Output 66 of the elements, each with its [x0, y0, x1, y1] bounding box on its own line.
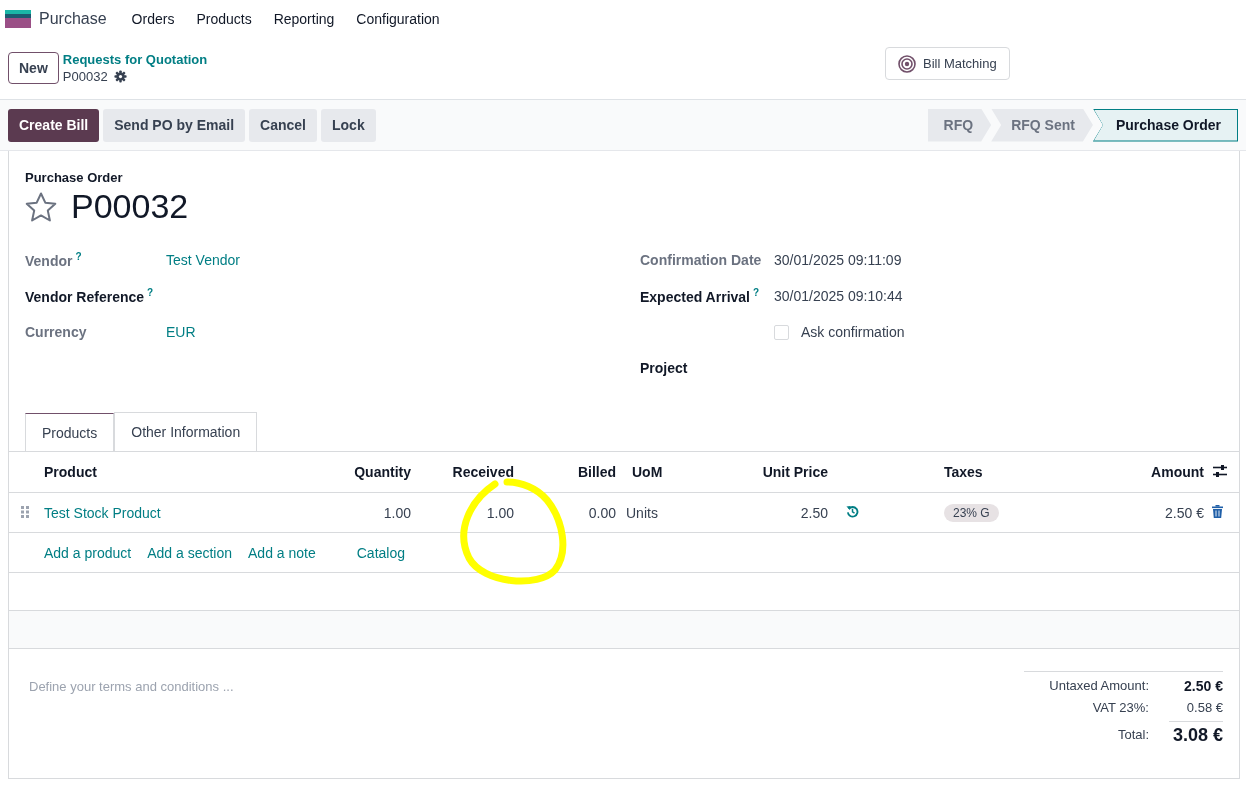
field-label: Project	[640, 360, 689, 376]
table-cell-text: 0.00	[587, 504, 617, 521]
column-header[interactable]: Unit Price	[721, 464, 836, 480]
add-line-link[interactable]: Catalog	[356, 544, 405, 561]
tax-tag: 23% G	[944, 503, 999, 522]
breadcrumb-link[interactable]: Requests for Quotation	[62, 51, 208, 68]
menu-item[interactable]: Products	[185, 10, 263, 27]
target-icon	[898, 54, 916, 73]
field-label: Currency	[25, 324, 88, 340]
menu-item[interactable]: Configuration	[345, 10, 451, 27]
column-header[interactable]: Billed	[522, 464, 624, 480]
total-label: VAT 23%:	[1091, 700, 1149, 715]
status-stage[interactable]: Purchase Order	[1092, 108, 1238, 142]
app-name[interactable]: Purchase	[39, 9, 107, 28]
field-label: Vendor $^{?}$	[25, 251, 83, 269]
drag-handle-icon[interactable]	[21, 505, 29, 518]
table-cell-text: 1.00	[485, 504, 515, 521]
form-caption: Purchase Order	[25, 170, 124, 185]
bill-matching-button[interactable]: Bill Matching	[885, 47, 1010, 80]
menu-item[interactable]: Reporting	[262, 10, 346, 27]
product-link[interactable]: Test Stock Product	[36, 504, 319, 521]
field-label: Confirmation Date	[640, 252, 763, 268]
total-value: 3.08 €	[1169, 721, 1223, 746]
new-button[interactable]: New	[8, 52, 59, 84]
record-title: P00032	[71, 187, 189, 226]
table-cell-text: Units	[625, 504, 659, 521]
total-value: 0.58 €	[1185, 700, 1223, 715]
field-value: 30/01/2025 09:10:44	[774, 288, 904, 304]
add-line-link[interactable]: Add a product	[44, 544, 132, 561]
status-stage[interactable]: RFQ Sent	[991, 108, 1093, 142]
table-cell-text: 2.50	[799, 504, 829, 521]
tab[interactable]: Other Information	[114, 412, 258, 451]
field-link[interactable]: EUR	[166, 324, 640, 340]
settings-icon[interactable]	[113, 70, 127, 83]
reset-icon[interactable]	[846, 504, 859, 518]
breadcrumb-current: P00032	[62, 68, 108, 85]
action-button[interactable]: Cancel	[249, 108, 317, 142]
action-button[interactable]: Lock	[321, 108, 376, 142]
column-header[interactable]: Amount	[1051, 464, 1212, 480]
trash-icon[interactable]	[1212, 504, 1223, 518]
table-cell-text: 1.00	[382, 504, 412, 521]
total-label: Total:	[1116, 726, 1149, 744]
total-label: Untaxed Amount:	[1048, 678, 1149, 694]
field-label: Expected Arrival $^{?}$	[640, 287, 761, 305]
column-header[interactable]: Taxes	[936, 464, 1051, 480]
menu-item[interactable]: Orders	[120, 10, 186, 27]
table-cell-text: 2.50 €	[1164, 504, 1205, 521]
primary-action-button[interactable]: Create Bill	[8, 108, 100, 142]
tab[interactable]: Products	[25, 413, 115, 452]
column-header[interactable]: UoM	[624, 464, 721, 480]
app-logo-icon[interactable]	[5, 9, 31, 28]
column-header[interactable]: Product	[36, 464, 319, 480]
field-label: Vendor Reference $^{?}$	[25, 287, 155, 305]
column-header[interactable]: Quantity	[319, 464, 419, 480]
add-line-link[interactable]: Add a section	[147, 544, 232, 561]
field-value: 30/01/2025 09:11:09	[774, 252, 903, 268]
add-line-link[interactable]: Add a note	[248, 544, 316, 561]
star-icon[interactable]	[25, 191, 57, 222]
total-value: 2.50 €	[1183, 678, 1223, 694]
action-button[interactable]: Send PO by Email	[103, 108, 246, 142]
checkbox-label: Ask confirmation	[801, 324, 905, 340]
status-stage[interactable]: RFQ	[927, 108, 992, 142]
checkbox[interactable]	[774, 324, 789, 340]
field-link[interactable]: Test Vendor	[166, 252, 640, 268]
column-header[interactable]: Received	[419, 464, 522, 480]
column-settings-icon[interactable]	[1212, 463, 1228, 478]
